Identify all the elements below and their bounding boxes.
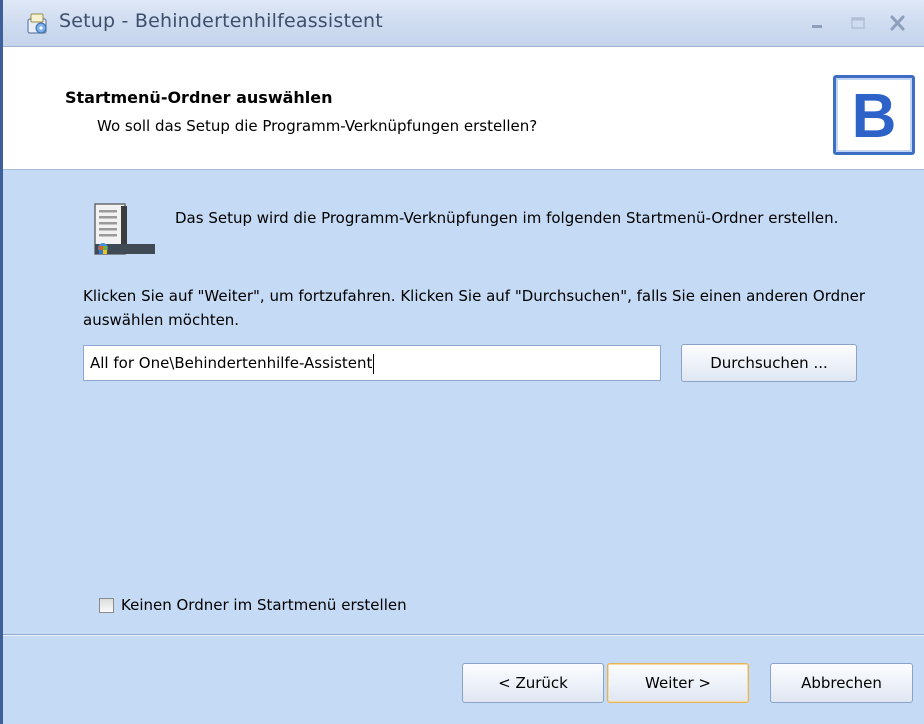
folder-path-value: All for One\Behindertenhilfe-Assistent (90, 354, 373, 372)
back-button[interactable]: < Zurück (462, 663, 604, 703)
cancel-button[interactable]: Abbrechen (770, 663, 913, 703)
wizard-header: Startmenü-Ordner auswählen Wo soll das S… (3, 47, 924, 170)
browse-button[interactable]: Durchsuchen ... (681, 344, 857, 382)
info-text: Das Setup wird die Programm-Verknüpfunge… (175, 209, 839, 227)
footer-separator (3, 634, 924, 636)
title-bar[interactable]: Setup - Behindertenhilfeassistent (3, 0, 924, 47)
start-menu-folder-icon (94, 203, 155, 255)
app-logo: B (833, 75, 915, 155)
start-menu-folder-input[interactable]: All for One\Behindertenhilfe-Assistent (83, 345, 661, 381)
setup-window: Setup - Behindertenhilfeassistent Startm… (0, 0, 924, 724)
instruction-text: Klicken Sie auf "Weiter", um fortzufahre… (83, 287, 866, 329)
text-caret (373, 353, 375, 374)
next-button[interactable]: Weiter > (607, 663, 749, 703)
wizard-content: Das Setup wird die Programm-Verknüpfunge… (3, 170, 924, 724)
setup-icon (27, 13, 47, 34)
maximize-icon[interactable] (843, 10, 873, 36)
logo-letter: B (851, 82, 897, 151)
no-folder-label[interactable]: Keinen Ordner im Startmenü erstellen (121, 596, 407, 614)
page-title: Startmenü-Ordner auswählen (65, 88, 333, 107)
minimize-icon[interactable] (803, 10, 833, 36)
close-icon[interactable] (883, 10, 913, 36)
page-subtitle: Wo soll das Setup die Programm-Verknüpfu… (97, 117, 538, 135)
window-title: Setup - Behindertenhilfeassistent (59, 10, 383, 32)
no-folder-checkbox[interactable] (99, 598, 114, 613)
